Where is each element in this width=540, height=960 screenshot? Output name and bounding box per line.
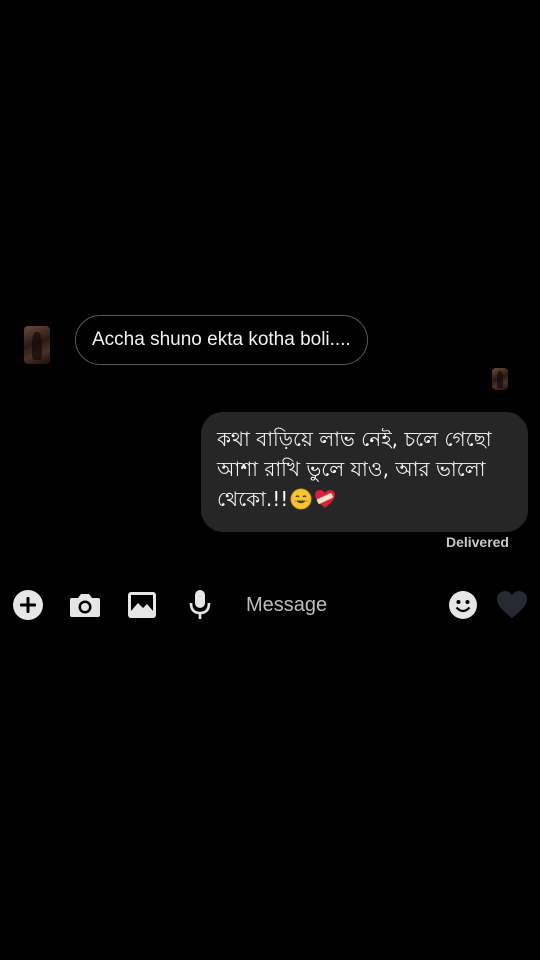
seen-avatar xyxy=(492,368,508,390)
heart-with-bandage-icon xyxy=(314,488,336,518)
emoji-icon[interactable] xyxy=(446,588,480,622)
outgoing-message-bubble[interactable]: কথা বাড়িয়ে লাভ নেই, চলে গেছো আশা রাখি … xyxy=(201,412,528,532)
smiling-face-icon xyxy=(290,488,312,518)
delivery-status: Delivered xyxy=(445,534,509,550)
outgoing-message-line-with-emoji: থেকো.!! xyxy=(217,484,514,518)
heart-icon[interactable] xyxy=(495,588,529,622)
sender-avatar[interactable] xyxy=(24,326,50,364)
camera-icon[interactable] xyxy=(68,588,102,622)
plus-icon[interactable] xyxy=(11,588,45,622)
outgoing-message-line: আশা রাখি ভুলে যাও, আর ভালো xyxy=(217,457,486,481)
outgoing-message-line: কথা বাড়িয়ে লাভ নেই, চলে গেছো xyxy=(217,427,492,451)
incoming-message-bubble[interactable]: Accha shuno ekta kotha boli.... xyxy=(75,315,368,365)
outgoing-message-line: থেকো.!! xyxy=(217,487,289,511)
microphone-icon[interactable] xyxy=(183,588,217,622)
message-input[interactable]: Message xyxy=(246,594,327,617)
gallery-icon[interactable] xyxy=(125,588,159,622)
incoming-message-text: Accha shuno ekta kotha boli.... xyxy=(92,329,351,350)
message-composer: Message xyxy=(0,582,540,628)
